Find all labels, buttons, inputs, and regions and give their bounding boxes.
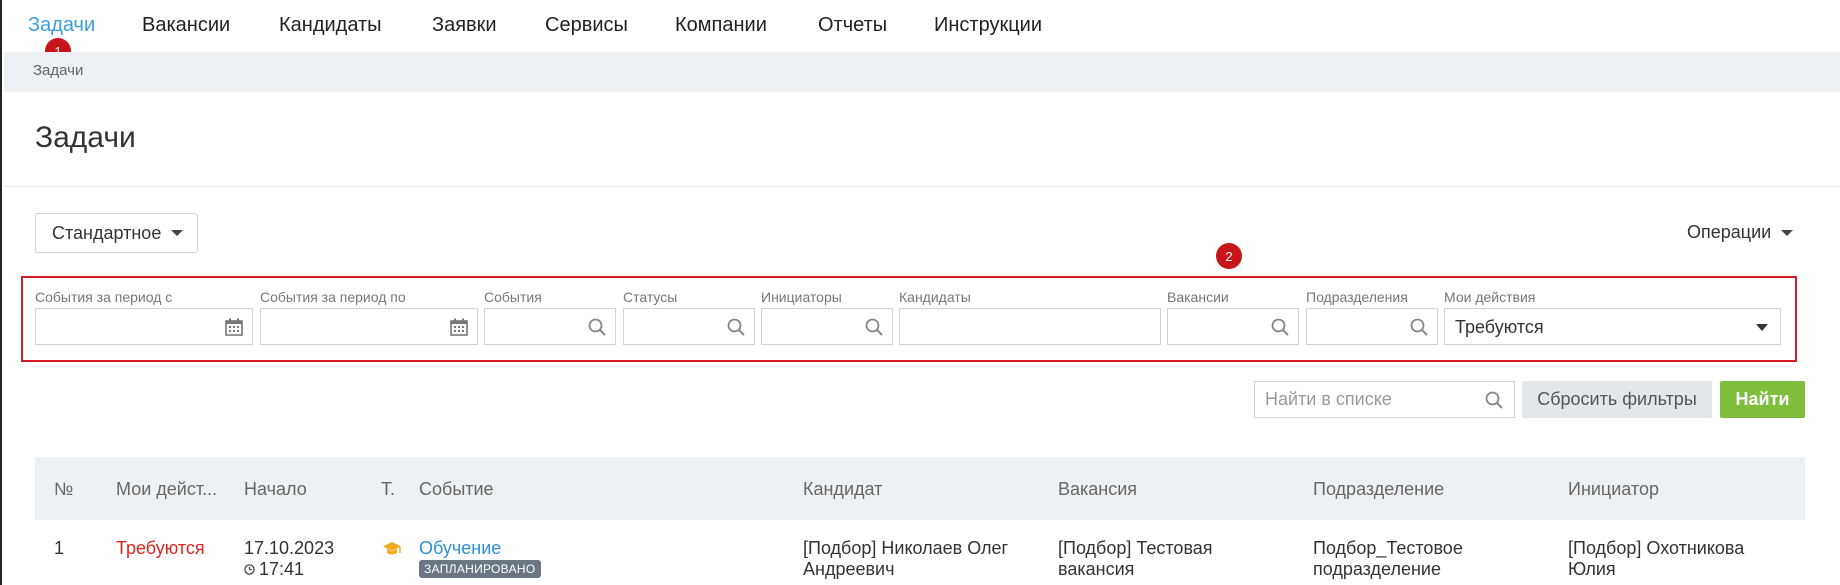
nav-item-companies[interactable]: Компании [675,14,767,37]
calendar-icon[interactable] [224,317,244,337]
initiators-filter-input[interactable] [761,308,893,345]
filter-label-period-from: События за период с [35,289,173,305]
vacancies-filter-input[interactable] [1167,308,1299,345]
row-vacancy-line1[interactable]: [Подбор] Тестовая [1058,538,1213,559]
row-initiator-line2: Юлия [1568,559,1616,579]
find-button[interactable]: Найти [1720,381,1805,418]
row-vacancy-line2[interactable]: вакансия [1058,559,1134,580]
filter-label-events: События [484,289,542,305]
caret-down-icon [171,230,184,236]
column-header-my-actions[interactable]: Мои дейст... [116,479,217,500]
search-icon [588,318,606,336]
app-window: Задачи Вакансии Кандидаты Заявки Сервисы… [0,0,1840,585]
period-to-date-input[interactable] [260,308,478,345]
column-header-start[interactable]: Начало [244,479,307,500]
column-header-event[interactable]: Событие [419,479,494,500]
breadcrumb[interactable]: Задачи [33,62,83,79]
search-icon[interactable] [1484,390,1504,410]
my-actions-selected-value: Требуются [1455,317,1544,337]
row-start-date: 17.10.2023 [244,538,335,558]
nav-item-vacancies[interactable]: Вакансии [142,14,230,37]
column-header-department[interactable]: Подразделение [1313,479,1444,500]
row-initiator-line1: [Подбор] Охотникова [1568,538,1745,558]
filter-label-initiators: Инициаторы [761,289,842,305]
reset-filters-button[interactable]: Сбросить фильтры [1522,381,1712,418]
calendar-icon[interactable] [449,317,469,337]
column-header-initiator[interactable]: Инициатор [1568,479,1659,500]
nav-item-tasks[interactable]: Задачи [28,14,95,37]
search-icon [865,318,883,336]
filter-label-my-actions: Мои действия [1444,289,1536,305]
nav-item-requests[interactable]: Заявки [432,14,497,37]
list-search-field [1254,381,1515,418]
search-icon [727,318,745,336]
filter-label-candidates: Кандидаты [899,289,971,305]
filter-label-vacancies: Вакансии [1167,289,1229,305]
clock-icon [244,564,255,575]
period-from-date-input[interactable] [35,308,253,345]
column-header-number[interactable]: № [54,479,73,500]
departments-filter-input[interactable] [1306,308,1438,345]
events-filter-input[interactable] [484,308,616,345]
filter-label-period-to: События за период по [260,289,406,305]
top-nav: Задачи Вакансии Кандидаты Заявки Сервисы… [2,0,1840,52]
row-my-action: Требуются [116,538,205,558]
caret-down-icon [1781,229,1794,236]
row-candidate-line1[interactable]: [Подбор] Николаев Олег [803,538,1008,559]
operations-label: Операции [1687,222,1772,242]
statuses-filter-input[interactable] [623,308,755,345]
row-department-line1: Подбор_Тестовое [1313,538,1463,558]
nav-item-services[interactable]: Сервисы [545,14,628,37]
column-header-type[interactable]: Т. [381,479,395,500]
breadcrumb-bar [4,52,1840,92]
column-header-vacancy[interactable]: Вакансия [1058,479,1137,500]
row-candidate-line2[interactable]: Андреевич [803,559,894,580]
chevron-down-icon [1756,324,1768,331]
search-icon [1271,318,1289,336]
event-status-badge: ЗАПЛАНИРОВАНО [419,560,541,578]
operations-dropdown[interactable]: Операции [1687,222,1794,243]
divider [4,186,1840,187]
nav-item-candidates[interactable]: Кандидаты [279,14,382,37]
view-preset-dropdown[interactable]: Стандартное [35,213,198,253]
nav-item-reports[interactable]: Отчеты [818,14,887,37]
view-preset-label: Стандартное [52,222,162,243]
row-start-time-wrap: 17:41 [244,559,304,580]
row-department-line2: подразделение [1313,559,1441,579]
filter-label-statuses: Статусы [623,289,678,305]
filter-label-departments: Подразделения [1306,289,1408,305]
row-number: 1 [54,538,65,558]
my-actions-select[interactable]: Требуются [1444,308,1781,345]
annotation-marker-2: 2 [1216,243,1242,269]
column-header-candidate[interactable]: Кандидат [803,479,882,500]
search-icon [1410,318,1428,336]
row-start-time: 17:41 [259,559,305,579]
candidates-filter-input[interactable] [899,308,1161,345]
graduation-cap-icon [383,542,401,555]
page-title: Задачи [35,121,136,154]
row-event-link[interactable]: Обучение [419,538,501,559]
list-search-input[interactable] [1255,382,1475,417]
nav-item-instructions[interactable]: Инструкции [934,14,1042,37]
